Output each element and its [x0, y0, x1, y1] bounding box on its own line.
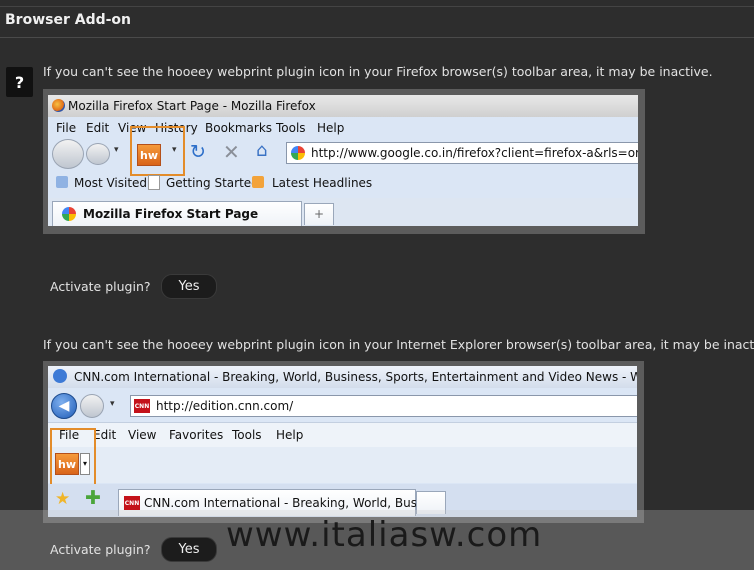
- plugin-highlight-box: [130, 126, 185, 176]
- ie-activate-label: Activate plugin?: [50, 542, 151, 557]
- firefox-screenshot: Mozilla Firefox Start Page - Mozilla Fir…: [48, 95, 638, 226]
- firefox-navbar: ▾ hw ▾ ↻ ✕ ⌂ http://www.google.co.in/fir…: [48, 126, 638, 176]
- firefox-activate-label: Activate plugin?: [50, 279, 151, 294]
- firefox-menu-edit[interactable]: Edit: [86, 121, 109, 135]
- section-title: Browser Add-on: [5, 12, 132, 28]
- firefox-menu-bookmarks[interactable]: Bookmarks: [205, 121, 272, 135]
- top-rule: [0, 6, 754, 7]
- reload-icon[interactable]: ↻: [190, 141, 206, 163]
- home-icon[interactable]: ⌂: [256, 140, 267, 161]
- ie-titlebar: CNN.com International - Breaking, World,…: [48, 366, 637, 388]
- help-icon[interactable]: ?: [6, 67, 33, 97]
- ie-toolbar: hw ▾: [48, 447, 637, 483]
- bookmark-most-visited[interactable]: Most Visited: [74, 176, 147, 190]
- firefox-titlebar: Mozilla Firefox Start Page - Mozilla Fir…: [48, 95, 638, 117]
- cnn-favicon-icon: CNN: [134, 399, 150, 413]
- ie-menu-edit[interactable]: Edit: [93, 428, 116, 442]
- firefox-intro-text: If you can't see the hooeey webprint plu…: [43, 64, 713, 79]
- firefox-url-field[interactable]: http://www.google.co.in/firefox?client=f…: [286, 142, 638, 164]
- forward-button[interactable]: [86, 143, 110, 165]
- ie-url-text: http://edition.cnn.com/: [156, 399, 294, 413]
- firefox-url-text: http://www.google.co.in/firefox?client=f…: [311, 146, 638, 160]
- back-button[interactable]: [52, 139, 84, 169]
- add-favorites-icon[interactable]: ✚: [85, 487, 101, 509]
- ie-tab-label: CNN.com International - Breaking, World,…: [144, 496, 447, 510]
- ie-menu-favorites[interactable]: Favorites: [169, 428, 223, 442]
- firefox-menu-help[interactable]: Help: [317, 121, 344, 135]
- ie-menu-help[interactable]: Help: [276, 428, 303, 442]
- ie-navbar: ◀ ▾ CNN http://edition.cnn.com/: [48, 390, 637, 420]
- most-visited-icon: [56, 176, 68, 188]
- history-dropdown-icon[interactable]: ▾: [114, 145, 119, 155]
- rss-icon: [252, 176, 264, 188]
- firefox-tab-label: Mozilla Firefox Start Page: [83, 207, 259, 221]
- watermark-text: www.italiasw.com: [226, 515, 543, 555]
- page-icon: [148, 175, 160, 190]
- new-tab-button[interactable]: +: [304, 203, 334, 225]
- ie-logo-icon: [53, 369, 67, 383]
- ie-intro-text: If you can't see the hooeey webprint plu…: [43, 337, 754, 352]
- ie-plugin-highlight-box: [50, 428, 96, 490]
- firefox-logo-icon: [52, 99, 65, 112]
- ie-menu-tools[interactable]: Tools: [232, 428, 262, 442]
- firefox-menu-file[interactable]: File: [56, 121, 76, 135]
- google-favicon-icon: [291, 146, 305, 160]
- stop-icon[interactable]: ✕: [223, 140, 240, 164]
- ie-menu-view[interactable]: View: [128, 428, 156, 442]
- ie-url-field[interactable]: CNN http://edition.cnn.com/: [130, 395, 637, 417]
- ie-screenshot: CNN.com International - Breaking, World,…: [48, 366, 637, 517]
- firefox-window-title: Mozilla Firefox Start Page - Mozilla Fir…: [68, 99, 316, 113]
- bookmark-latest-headlines[interactable]: Latest Headlines: [272, 176, 372, 190]
- firefox-yes-button[interactable]: Yes: [161, 274, 217, 299]
- firefox-tab[interactable]: Mozilla Firefox Start Page: [52, 201, 302, 226]
- cnn-tab-icon: CNN: [124, 496, 140, 510]
- firefox-tabbar: Mozilla Firefox Start Page +: [48, 198, 638, 226]
- favorites-star-icon[interactable]: ★: [55, 489, 70, 509]
- ie-back-button[interactable]: ◀: [51, 393, 77, 419]
- firefox-bookmarks-bar: Most Visited Getting Started Latest Head…: [48, 175, 638, 193]
- firefox-menu-tools[interactable]: Tools: [276, 121, 306, 135]
- title-divider: [0, 37, 754, 38]
- ie-yes-button[interactable]: Yes: [161, 537, 217, 562]
- ie-menubar: File Edit View Favorites Tools Help: [48, 422, 637, 448]
- bookmark-getting-started[interactable]: Getting Started: [166, 176, 259, 190]
- ie-window-title: CNN.com International - Breaking, World,…: [74, 370, 637, 384]
- ie-history-dropdown-icon[interactable]: ▾: [110, 399, 115, 409]
- google-favicon-icon: [62, 207, 76, 221]
- ie-forward-button[interactable]: [80, 394, 104, 418]
